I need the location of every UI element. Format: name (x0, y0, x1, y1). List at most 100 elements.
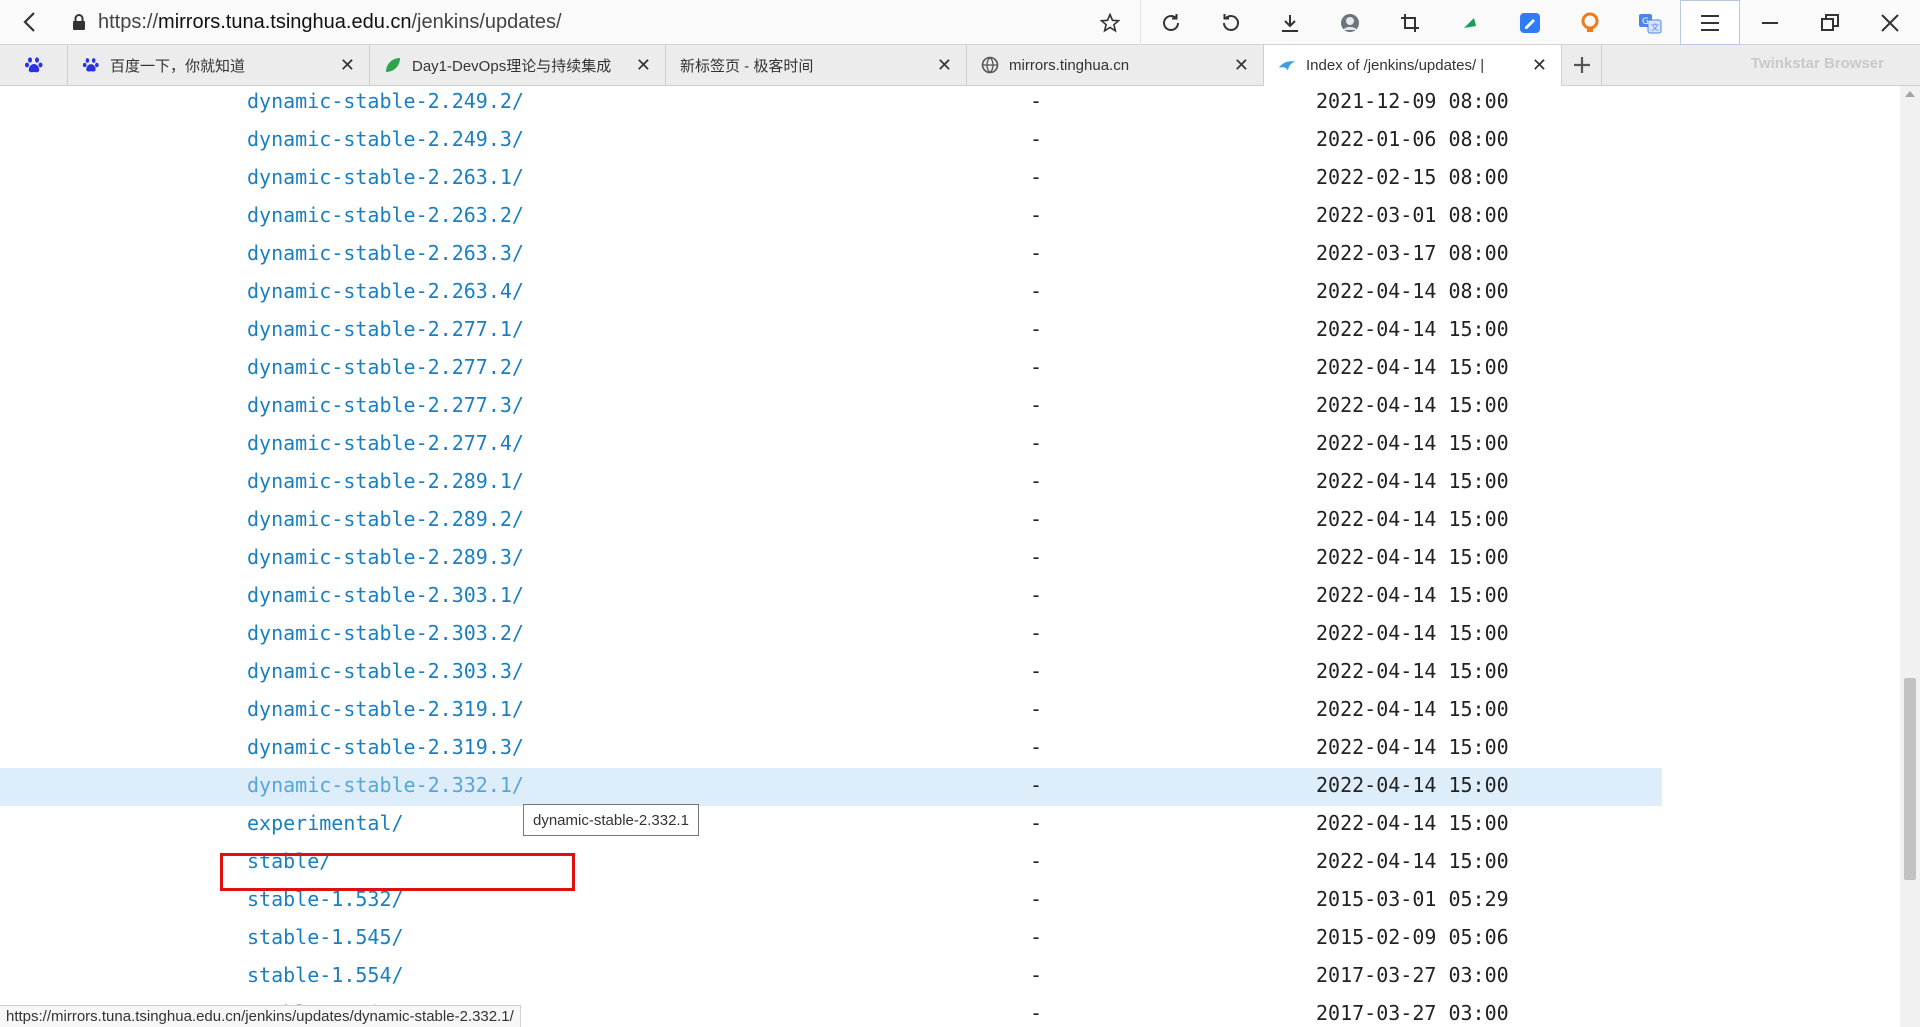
tab-jenkins-updates[interactable]: Index of /jenkins/updates/ | ✕ (1264, 45, 1562, 86)
tab-label: 百度一下，你就知道 (110, 57, 246, 75)
file-link[interactable]: dynamic-stable-2.289.3/ (247, 545, 524, 569)
file-size: - (1030, 811, 1043, 835)
file-link[interactable]: stable-1.554/ (247, 963, 404, 987)
file-link[interactable]: dynamic-stable-2.263.2/ (247, 203, 524, 227)
back-button[interactable] (0, 0, 60, 45)
file-link[interactable]: dynamic-stable-2.249.3/ (247, 127, 524, 151)
file-date: 2022-04-14 15:00 (1316, 431, 1509, 455)
baidu-icon (82, 58, 99, 72)
close-window-button[interactable] (1860, 0, 1920, 45)
scroll-thumb[interactable] (1904, 678, 1916, 880)
file-link[interactable]: dynamic-stable-2.303.1/ (247, 583, 524, 607)
tab-mirrors-tinghua[interactable]: mirrors.tinghua.cn ✕ (967, 45, 1264, 85)
file-size: - (1030, 621, 1043, 645)
file-link[interactable]: dynamic-stable-2.277.2/ (247, 355, 524, 379)
file-size: - (1030, 393, 1043, 417)
tab-label: mirrors.tinghua.cn (1009, 56, 1130, 74)
file-link[interactable]: dynamic-stable-2.303.2/ (247, 621, 524, 645)
table-row: dynamic-stable-2.319.3/ - 2022-04-14 15:00 (0, 730, 1900, 768)
undo-icon (1223, 13, 1239, 31)
file-link[interactable]: dynamic-stable-2.332.1/ (247, 773, 524, 797)
file-size: - (1030, 735, 1043, 759)
bookmark-star-button[interactable] (1080, 0, 1140, 45)
scroll-up-arrow-icon[interactable] (1905, 91, 1915, 97)
table-row: dynamic-stable-2.289.2/ - 2022-04-14 15:00 (0, 502, 1900, 540)
tab-strip: 百度一下，你就知道 ✕ Day1-DevOps理论与持续集成 ✕ 新标签页 - … (0, 45, 1920, 86)
table-row: dynamic-stable-2.263.2/ - 2022-03-01 08:00 (0, 198, 1900, 236)
tab-pinned-baidu[interactable] (0, 45, 68, 85)
file-date: 2022-04-14 15:00 (1316, 393, 1509, 417)
file-link[interactable]: dynamic-stable-2.277.4/ (247, 431, 524, 455)
file-link[interactable]: dynamic-stable-2.319.3/ (247, 735, 524, 759)
translate-button[interactable]: G文 (1620, 0, 1680, 45)
restore-button[interactable] (1800, 0, 1860, 45)
download-button[interactable] (1260, 0, 1320, 45)
vertical-scrollbar[interactable] (1900, 86, 1920, 1027)
file-link[interactable]: dynamic-stable-2.263.1/ (247, 165, 524, 189)
file-size: - (1030, 773, 1043, 797)
baidu-paw-icon (24, 57, 42, 73)
file-link[interactable]: dynamic-stable-2.289.1/ (247, 469, 524, 493)
extension-edit-button[interactable] (1500, 0, 1560, 45)
new-tab-button[interactable] (1562, 45, 1602, 85)
tab-close-icon[interactable]: ✕ (937, 55, 952, 76)
browser-toolbar: https://mirrors.tuna.tsinghua.edu.cn/jen… (0, 0, 1920, 45)
file-size: - (1030, 241, 1043, 265)
file-date: 2022-04-14 15:00 (1316, 545, 1509, 569)
file-link[interactable]: stable/ (247, 849, 331, 873)
table-row: dynamic-stable-2.263.3/ - 2022-03-17 08:00 (0, 236, 1900, 274)
address-bar[interactable]: https://mirrors.tuna.tsinghua.edu.cn/jen… (98, 11, 562, 34)
extension-flag-button[interactable] (1440, 0, 1500, 45)
file-link[interactable]: dynamic-stable-2.263.4/ (247, 279, 524, 303)
tab-close-icon[interactable]: ✕ (1234, 55, 1249, 76)
file-link[interactable]: dynamic-stable-2.277.3/ (247, 393, 524, 417)
file-link[interactable]: dynamic-stable-2.319.1/ (247, 697, 524, 721)
minimize-button[interactable] (1740, 0, 1800, 45)
table-row: dynamic-stable-2.277.4/ - 2022-04-14 15:00 (0, 426, 1900, 464)
table-row: dynamic-stable-2.263.4/ - 2022-04-14 08:00 (0, 274, 1900, 312)
file-date: 2021-12-09 08:00 (1316, 89, 1509, 113)
file-link[interactable]: experimental/ (247, 811, 404, 835)
tab-baidu[interactable]: 百度一下，你就知道 ✕ (68, 45, 370, 85)
file-date: 2022-04-14 15:00 (1316, 659, 1509, 683)
avatar-icon (1341, 13, 1359, 32)
extension-avatar-button[interactable] (1320, 0, 1380, 45)
table-row: stable-1.554/ - 2017-03-27 03:00 (0, 958, 1900, 996)
sync-button[interactable] (1140, 0, 1200, 45)
extension-lightbulb-button[interactable] (1560, 0, 1620, 45)
download-icon (1282, 14, 1298, 32)
file-link[interactable]: dynamic-stable-2.303.3/ (247, 659, 524, 683)
tab-close-icon[interactable]: ✕ (636, 55, 651, 76)
tab-new-tab-geekbang[interactable]: 新标签页 - 极客时间 ✕ (666, 45, 967, 85)
file-size: - (1030, 887, 1043, 911)
file-size: - (1030, 317, 1043, 341)
tab-label: 新标签页 - 极客时间 (680, 57, 814, 75)
menu-button[interactable] (1680, 0, 1740, 45)
file-date: 2022-04-14 15:00 (1316, 355, 1509, 379)
lightbulb-icon (1581, 12, 1599, 32)
plus-icon (1573, 57, 1590, 73)
file-date: 2017-03-27 03:00 (1316, 963, 1509, 987)
close-icon (1881, 13, 1899, 32)
tab-devops[interactable]: Day1-DevOps理论与持续集成 ✕ (370, 45, 666, 85)
table-row: dynamic-stable-2.303.1/ - 2022-04-14 15:00 (0, 578, 1900, 616)
directory-listing: dynamic-stable-2.249.2/ - 2021-12-09 08:00… (0, 86, 1900, 1027)
browser-brand: Twinkstar Browser (1750, 55, 1884, 72)
file-link[interactable]: dynamic-stable-2.249.2/ (247, 89, 524, 113)
file-link[interactable]: dynamic-stable-2.263.3/ (247, 241, 524, 265)
file-link[interactable]: stable-1.545/ (247, 925, 404, 949)
tab-close-icon[interactable]: ✕ (340, 55, 355, 76)
globe-icon (981, 56, 999, 74)
table-row: dynamic-stable-2.319.1/ - 2022-04-14 15:00 (0, 692, 1900, 730)
file-link[interactable]: dynamic-stable-2.289.2/ (247, 507, 524, 531)
file-link[interactable]: stable-1.532/ (247, 887, 404, 911)
edit-app-icon (1520, 12, 1540, 33)
file-date: 2022-04-14 15:00 (1316, 317, 1509, 341)
crop-button[interactable] (1380, 0, 1440, 45)
hamburger-menu-icon (1701, 14, 1719, 31)
file-link[interactable]: dynamic-stable-2.277.1/ (247, 317, 524, 341)
flag-icon (1464, 17, 1476, 28)
tab-close-icon[interactable]: ✕ (1532, 55, 1547, 76)
table-row: dynamic-stable-2.289.3/ - 2022-04-14 15:00 (0, 540, 1900, 578)
undo-button[interactable] (1200, 0, 1260, 45)
